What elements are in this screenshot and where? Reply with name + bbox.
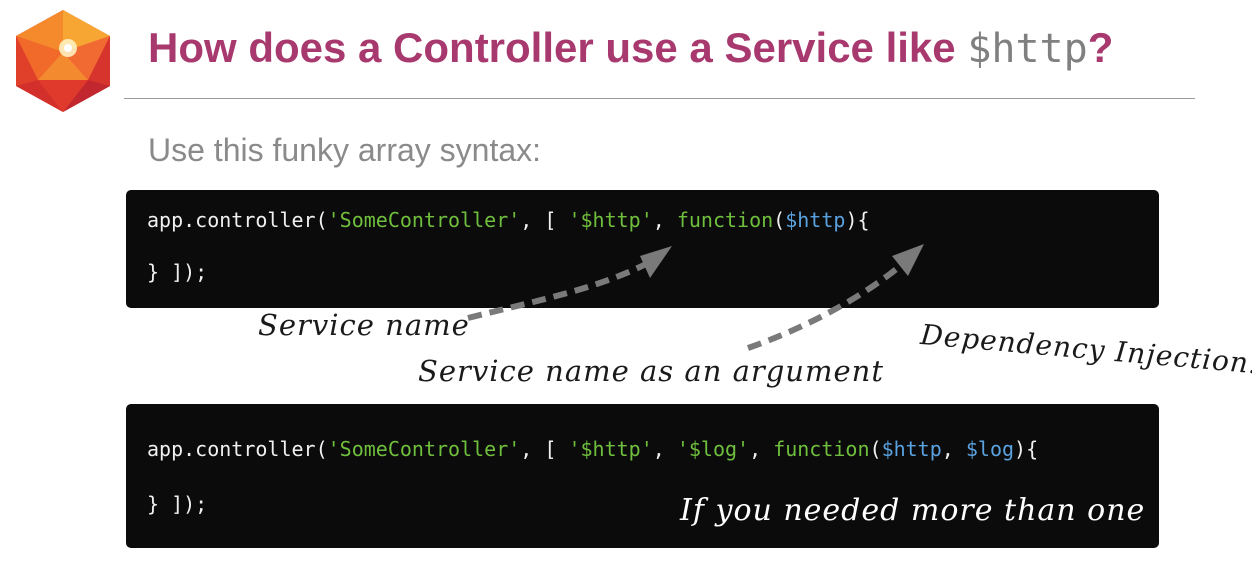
code-argument: $http — [881, 437, 942, 461]
code-string: '$log' — [676, 437, 750, 461]
code-token: , [ — [520, 437, 569, 461]
page-title: How does a Controller use a Service like… — [148, 18, 1113, 79]
title-end: ? — [1087, 24, 1114, 71]
code-argument: $http — [785, 208, 846, 232]
code-keyword: function — [676, 208, 774, 232]
note-service-name-argument: Service name as an argument — [418, 354, 884, 388]
code-string: '$http' — [568, 208, 653, 232]
code-token: , [ — [520, 208, 569, 232]
code-line: } ]); — [147, 260, 208, 284]
code-token: , — [652, 437, 677, 461]
code-string: '$http' — [568, 437, 653, 461]
code-block-single-service: app.controller('SomeController', [ '$htt… — [126, 190, 1159, 308]
code-token: ( — [773, 208, 786, 232]
angular-gem-icon — [16, 10, 110, 112]
code-token: , — [941, 437, 966, 461]
code-string: 'SomeController' — [327, 437, 521, 461]
note-dependency-injection: Dependency Injection! — [919, 318, 1252, 381]
code-token: ){ — [845, 208, 870, 232]
code-line: app.controller('SomeController', [ '$htt… — [147, 208, 870, 232]
code-line: app.controller('SomeController', [ '$htt… — [147, 437, 1038, 461]
code-token: , — [749, 437, 774, 461]
code-string: 'SomeController' — [327, 208, 521, 232]
code-keyword: function — [773, 437, 870, 461]
code-token: ( — [869, 437, 882, 461]
code-token: ){ — [1014, 437, 1039, 461]
note-service-name: Service name — [258, 308, 470, 342]
subtitle: Use this funky array syntax: — [148, 132, 542, 168]
code-line: } ]); — [147, 492, 208, 516]
code-token: app.controller( — [147, 208, 328, 232]
title-code: $http — [967, 26, 1088, 72]
code-token: app.controller( — [147, 437, 328, 461]
title-divider — [124, 98, 1195, 99]
code-token: , — [652, 208, 677, 232]
code-argument: $log — [965, 437, 1015, 461]
title-text: How does a Controller use a Service like — [148, 24, 968, 71]
note-more-than-one: If you needed more than one — [680, 493, 1146, 528]
